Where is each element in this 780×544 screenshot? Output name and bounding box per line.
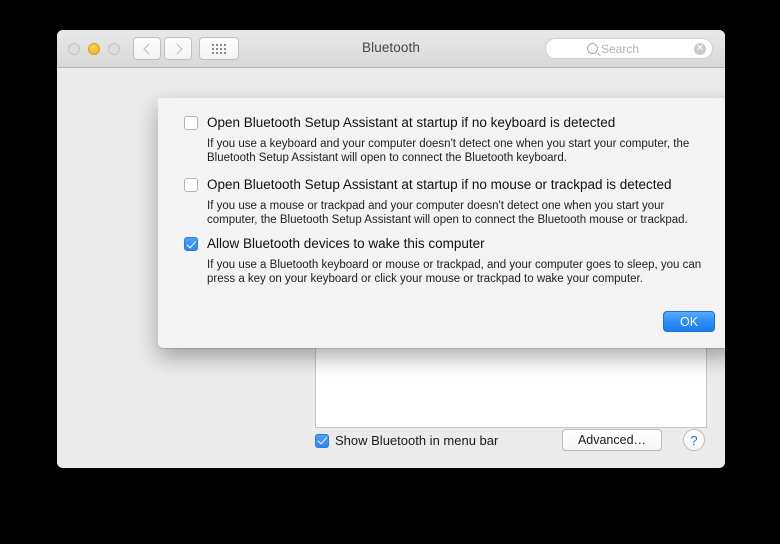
search-icon	[587, 43, 598, 54]
checkbox-box	[184, 116, 198, 130]
option-mouse-assistant-label: Open Bluetooth Setup Assistant at startu…	[207, 177, 672, 192]
bluetooth-advanced-sheet: Open Bluetooth Setup Assistant at startu…	[158, 98, 725, 348]
option-mouse-assistant-description: If you use a mouse or trackpad and your …	[207, 200, 688, 226]
check-icon	[317, 434, 327, 445]
show-bluetooth-menu-bar-checkbox[interactable]: Show Bluetooth in menu bar	[315, 433, 498, 448]
option-wake-computer: Allow Bluetooth devices to wake this com…	[184, 236, 711, 286]
option-mouse-assistant-row[interactable]: Open Bluetooth Setup Assistant at startu…	[184, 177, 711, 192]
screen-backdrop: Bluetooth Search ✕ Show Bluetooth in men…	[0, 0, 780, 544]
window-titlebar: Bluetooth Search ✕	[57, 30, 725, 68]
option-keyboard-assistant-row[interactable]: Open Bluetooth Setup Assistant at startu…	[184, 115, 711, 130]
ok-button[interactable]: OK	[663, 311, 715, 332]
advanced-button[interactable]: Advanced…	[562, 429, 662, 451]
option-wake-computer-description: If you use a Bluetooth keyboard or mouse…	[207, 259, 702, 285]
option-keyboard-assistant: Open Bluetooth Setup Assistant at startu…	[184, 115, 711, 165]
clear-icon[interactable]: ✕	[694, 42, 706, 55]
search-field[interactable]: Search ✕	[545, 38, 713, 59]
check-icon	[186, 238, 196, 248]
option-keyboard-assistant-description: If you use a keyboard and your computer …	[207, 138, 690, 164]
bottom-bar: Show Bluetooth in menu bar Advanced… ?	[57, 421, 725, 467]
checkbox-box	[184, 237, 198, 251]
option-wake-computer-label: Allow Bluetooth devices to wake this com…	[207, 236, 485, 251]
option-keyboard-assistant-label: Open Bluetooth Setup Assistant at startu…	[207, 115, 616, 130]
clear-glyph: ✕	[695, 42, 705, 54]
option-wake-computer-row[interactable]: Allow Bluetooth devices to wake this com…	[184, 236, 711, 251]
checkbox-box	[184, 178, 198, 192]
option-mouse-assistant: Open Bluetooth Setup Assistant at startu…	[184, 177, 711, 227]
checkbox-box	[315, 433, 329, 448]
system-preferences-window: Bluetooth Search ✕ Show Bluetooth in men…	[57, 30, 725, 468]
help-button[interactable]: ?	[683, 429, 705, 451]
search-placeholder: Search	[601, 41, 640, 56]
show-bluetooth-menu-bar-label: Show Bluetooth in menu bar	[335, 433, 499, 448]
